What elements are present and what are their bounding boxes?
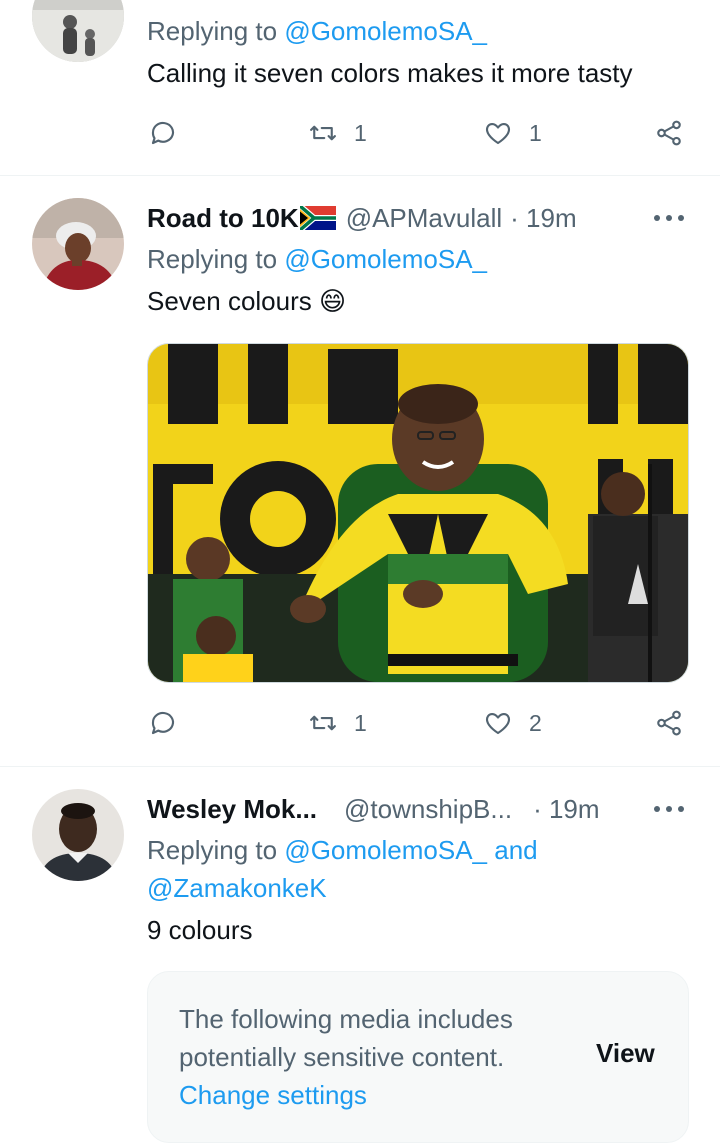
- tweet-media-image[interactable]: [147, 343, 689, 683]
- retweet-button[interactable]: 1: [308, 705, 367, 741]
- divider: [0, 766, 720, 767]
- mention-link[interactable]: @ZamakonkeK: [147, 873, 327, 903]
- replying-to-line-2: @ZamakonkeK: [147, 873, 327, 904]
- reply-button[interactable]: [148, 115, 178, 151]
- sensitive-media-notice: The following media includes potentially…: [147, 971, 689, 1143]
- tweet-text: Calling it seven colors makes it more ta…: [147, 58, 633, 88]
- share-icon: [657, 710, 681, 736]
- display-name[interactable]: Road to 10K: [147, 203, 299, 234]
- timestamp[interactable]: · 19m: [510, 203, 576, 234]
- like-button[interactable]: 1: [483, 115, 542, 151]
- avatar[interactable]: [32, 0, 124, 62]
- user-handle[interactable]: @townshipB...: [344, 794, 512, 825]
- south-africa-flag-icon: [299, 206, 336, 230]
- like-count: 1: [529, 119, 542, 146]
- tweet-1[interactable]: Replying to @GomolemoSA_ Calling it seve…: [0, 0, 720, 176]
- avatar[interactable]: [32, 198, 124, 290]
- replying-to-label: Replying to: [147, 244, 278, 274]
- retweet-count: 1: [354, 119, 367, 146]
- tweet-text: 9 colours: [147, 915, 253, 945]
- avatar[interactable]: [32, 789, 124, 881]
- replying-to-line: Replying to @GomolemoSA_ and: [147, 835, 538, 866]
- user-handle[interactable]: @APMavulall: [346, 203, 502, 234]
- tweet-text: Seven colours: [147, 286, 312, 316]
- share-button[interactable]: [654, 705, 684, 741]
- view-button[interactable]: View: [596, 1038, 655, 1069]
- sensitive-message: The following media includes potentially…: [179, 1000, 559, 1114]
- sensitive-line-2: potentially sensitive content.: [179, 1042, 505, 1072]
- tweet-actions: 1 1: [148, 115, 688, 151]
- heart-icon: [485, 712, 511, 735]
- retweet-icon: [310, 125, 336, 141]
- change-settings-link[interactable]: Change settings: [179, 1076, 559, 1114]
- like-count: 2: [529, 709, 542, 736]
- tweet-header: Wesley Mok... @townshipB... · 19m: [147, 791, 600, 827]
- more-options-icon[interactable]: [654, 804, 684, 814]
- tweet-header: Road to 10K @APMavulall · 19m: [147, 200, 577, 236]
- replying-to-line: Replying to @GomolemoSA_: [147, 16, 487, 47]
- share-icon: [657, 120, 681, 146]
- heart-icon: [485, 122, 511, 145]
- replying-to-label: Replying to: [147, 835, 278, 865]
- tweet-actions: 1 2: [148, 705, 688, 741]
- replying-to-line: Replying to @GomolemoSA_: [147, 244, 487, 275]
- retweet-button[interactable]: 1: [308, 115, 367, 151]
- mention-link[interactable]: @GomolemoSA_: [284, 16, 487, 46]
- tweet-text-line: Seven colours 😄: [147, 286, 346, 317]
- grinning-emoji: 😄: [319, 286, 347, 316]
- more-options-icon[interactable]: [654, 213, 684, 223]
- reply-icon: [151, 121, 175, 145]
- reply-icon: [151, 711, 175, 735]
- display-name[interactable]: Wesley Mok...: [147, 794, 317, 825]
- retweet-count: 1: [354, 709, 367, 736]
- share-button[interactable]: [654, 115, 684, 151]
- timestamp[interactable]: · 19m: [533, 794, 599, 825]
- reply-button[interactable]: [148, 705, 178, 741]
- mention-link[interactable]: @GomolemoSA_ and: [284, 835, 537, 865]
- replying-to-label: Replying to: [147, 16, 278, 46]
- mention-link[interactable]: @GomolemoSA_: [284, 244, 487, 274]
- retweet-icon: [310, 715, 336, 731]
- sensitive-line-1: The following media includes: [179, 1004, 513, 1034]
- like-button[interactable]: 2: [483, 705, 542, 741]
